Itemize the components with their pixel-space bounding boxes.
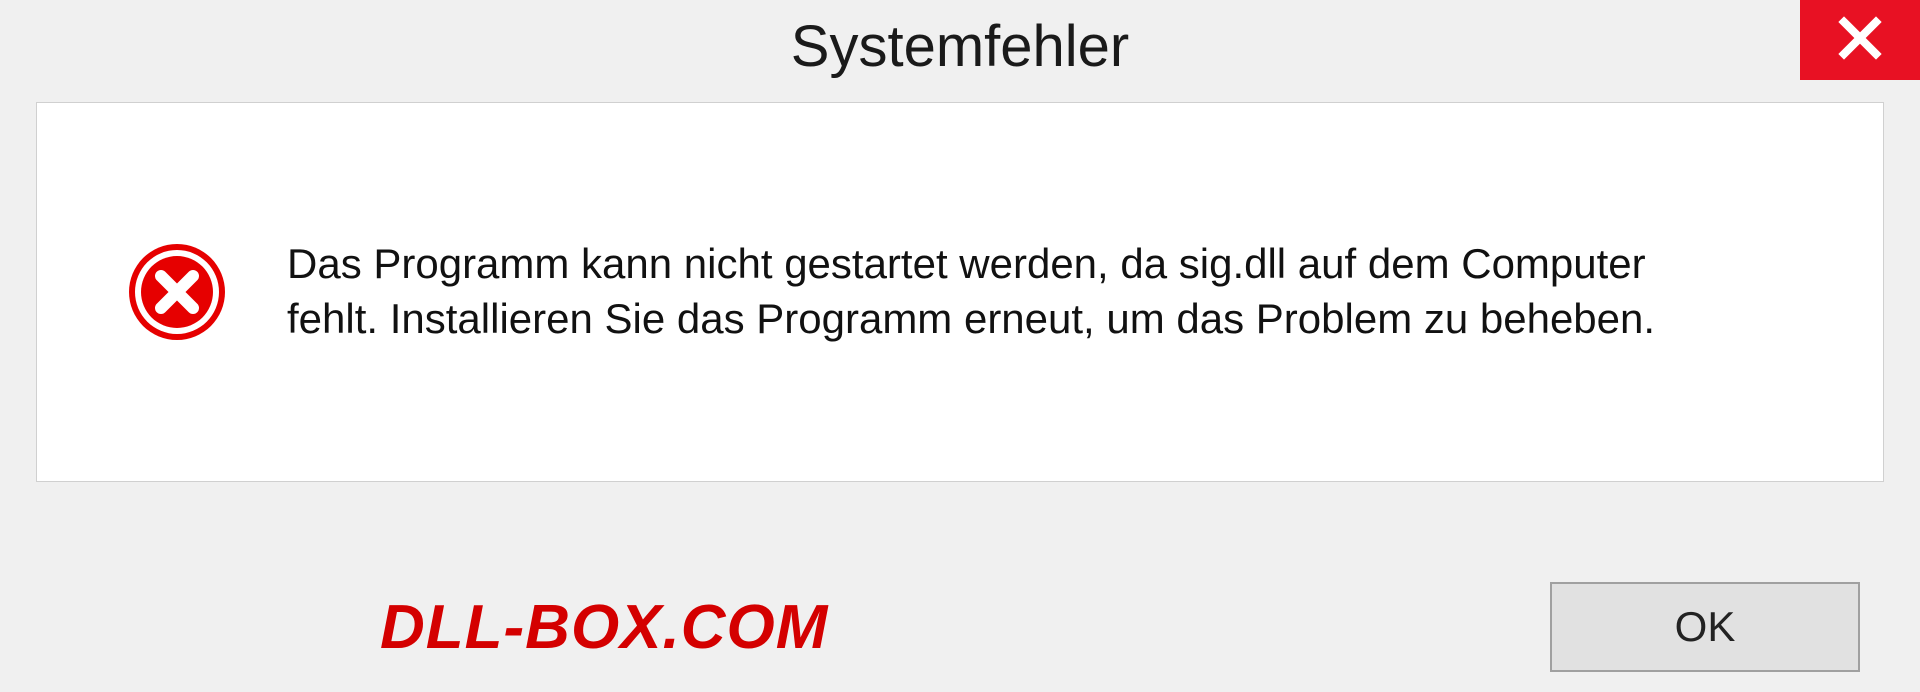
close-button[interactable]	[1800, 0, 1920, 80]
dialog-title: Systemfehler	[791, 13, 1129, 80]
error-message: Das Programm kann nicht gestartet werden…	[287, 237, 1687, 346]
message-panel: Das Programm kann nicht gestartet werden…	[36, 102, 1884, 482]
ok-button[interactable]: OK	[1550, 582, 1860, 672]
title-bar: Systemfehler	[0, 0, 1920, 92]
error-icon	[127, 242, 227, 342]
watermark-text: DLL-BOX.COM	[380, 592, 828, 663]
footer: DLL-BOX.COM OK	[0, 582, 1920, 672]
close-icon	[1836, 14, 1884, 67]
